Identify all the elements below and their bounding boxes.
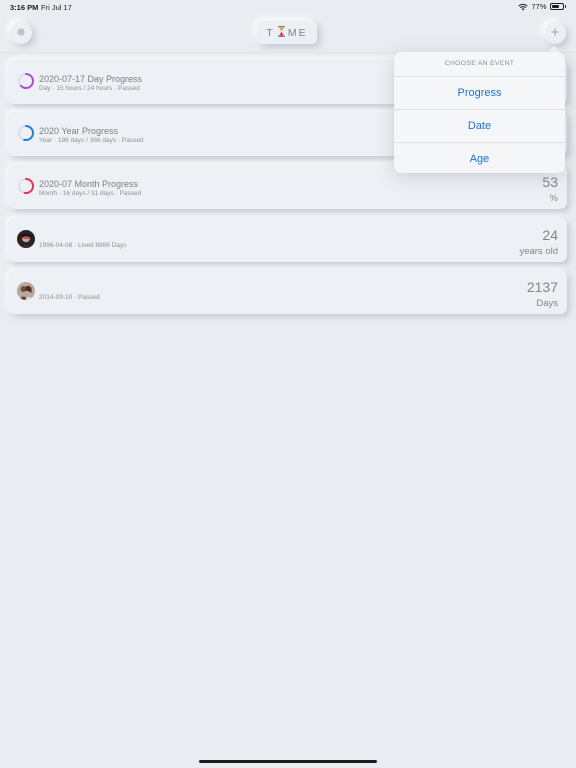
progress-ring-icon <box>17 124 35 142</box>
event-title: 2020 Year Progress <box>39 126 119 136</box>
battery-percent: 77% <box>531 2 547 11</box>
status-bar: 3:16 PM Fri Jul 17 77% <box>0 0 576 14</box>
menu-item-age[interactable]: Age <box>394 143 565 173</box>
plus-icon <box>551 28 559 39</box>
add-event-button[interactable] <box>544 22 566 44</box>
status-date: Fri Jul 17 <box>41 3 72 12</box>
logo-text-left: T <box>266 26 275 39</box>
event-title: 2020-07 Month Progress <box>39 179 139 189</box>
status-time: 3:16 PM <box>10 3 39 12</box>
progress-ring <box>18 125 34 141</box>
event-title: 2020-07-17 Day Progress <box>39 74 143 84</box>
event-subtitle: Year · 198 days / 366 days · Passed <box>39 137 144 144</box>
progress-ring-icon <box>17 177 35 195</box>
popover-header: CHOOSE AN EVENT <box>394 52 565 77</box>
hourglass-icon <box>277 25 285 40</box>
progress-ring <box>18 73 34 89</box>
status-indicators: 77% <box>518 2 566 11</box>
wifi-icon <box>518 3 529 11</box>
app-logo: T ME <box>257 21 317 44</box>
logo-text-right: ME <box>287 26 308 39</box>
event-value: 24 <box>542 227 558 243</box>
progress-ring <box>18 178 34 194</box>
menu-item-progress[interactable]: Progress <box>394 77 565 110</box>
event-unit: Days <box>536 298 558 309</box>
battery-level <box>551 5 560 8</box>
home-indicator[interactable] <box>199 760 377 763</box>
event-subtitle: Day · 15 hours / 24 hours · Passed <box>39 85 140 92</box>
event-card-date[interactable]: 2014-09-10 · Passed 2137 Days <box>8 270 567 314</box>
battery-icon <box>549 3 564 10</box>
gear-icon <box>17 27 25 39</box>
event-value: 53 <box>542 174 558 190</box>
event-unit: % <box>549 193 558 204</box>
person-photo-icon <box>17 230 35 248</box>
couple-photo-icon <box>17 282 35 300</box>
event-card-age[interactable]: 1996-04-08 · Lived 8866 Days 24 years ol… <box>8 218 567 262</box>
progress-ring-icon <box>17 72 35 90</box>
event-subtitle: 1996-04-08 · Lived 8866 Days <box>39 242 127 249</box>
settings-button[interactable] <box>10 22 32 44</box>
event-value: 2137 <box>526 279 558 295</box>
event-subtitle: Month · 16 days / 31 days · Passed <box>39 190 142 197</box>
battery-tip <box>564 5 566 8</box>
event-subtitle: 2014-09-10 · Passed <box>39 294 100 301</box>
menu-item-date[interactable]: Date <box>394 110 565 143</box>
event-unit: years old <box>519 246 558 257</box>
choose-event-popover: CHOOSE AN EVENT Progress Date Age <box>394 52 565 173</box>
